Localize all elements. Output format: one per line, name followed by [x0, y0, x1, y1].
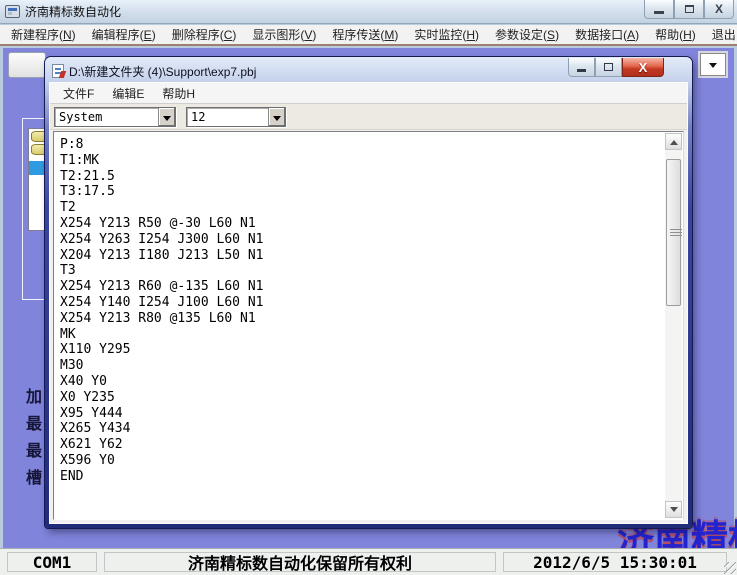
- minimize-icon: [577, 69, 586, 72]
- toolbar-button-fragment[interactable]: [8, 52, 46, 78]
- app-icon: [5, 5, 20, 18]
- arrow-down-icon: [670, 507, 678, 516]
- font-combo-dropdown-button[interactable]: [158, 108, 175, 126]
- scrollbar-thumb[interactable]: [666, 159, 681, 306]
- main-window-controls: X: [644, 0, 734, 19]
- status-bar: COM1 济南精标数自动化保留所有权利 2012/6/5 15:30:01: [0, 548, 737, 575]
- resize-grip[interactable]: [724, 562, 736, 574]
- menu-item[interactable]: 退出: [704, 24, 737, 45]
- font-combo[interactable]: System: [54, 107, 176, 127]
- menu-item[interactable]: 帮助(H): [647, 24, 704, 45]
- side-label: 最: [26, 437, 46, 461]
- arrow-up-icon: [670, 136, 678, 145]
- menu-item[interactable]: 数据接口(A): [567, 24, 647, 45]
- editor-toolbar: System 12: [50, 104, 687, 130]
- code-text[interactable]: P:8 T1:MK T2:21.5 T3:17.5 T2 X254 Y213 R…: [55, 133, 665, 518]
- main-titlebar[interactable]: 济南精标数自动化: [0, 0, 737, 24]
- main-window-title: 济南精标数自动化: [25, 3, 121, 20]
- font-size-combo[interactable]: 12: [186, 107, 286, 127]
- editor-dialog: D:\新建文件夹 (4)\Support\exp7.pbj X 文件F编辑E帮助…: [45, 57, 692, 528]
- editor-content: 文件F编辑E帮助H System 12 P:8 T1:MK T2:21.5 T3…: [49, 82, 688, 524]
- menu-item[interactable]: 显示图形(V): [244, 24, 324, 45]
- minimize-icon: [654, 11, 664, 14]
- editor-close-button[interactable]: X: [622, 58, 664, 77]
- editor-maximize-button[interactable]: [595, 58, 622, 77]
- side-label: 加: [26, 383, 46, 407]
- editor-title: D:\新建文件夹 (4)\Support\exp7.pbj: [69, 63, 256, 80]
- close-icon: X: [639, 61, 648, 74]
- menu-item[interactable]: 实时监控(H): [406, 24, 487, 45]
- scroll-down-button[interactable]: [665, 501, 682, 518]
- side-label: 槽: [26, 464, 46, 488]
- code-editor[interactable]: P:8 T1:MK T2:21.5 T3:17.5 T2 X254 Y213 R…: [53, 131, 684, 520]
- editor-menu-item[interactable]: 编辑E: [103, 83, 153, 104]
- font-combo-value: System: [55, 108, 158, 126]
- close-button[interactable]: X: [704, 0, 734, 19]
- close-icon: X: [715, 3, 723, 15]
- chevron-down-icon: [709, 63, 717, 72]
- main-window: 济南精标数自动化 X 新建程序(N)编辑程序(E)删除程序(C)显示图形(V)程…: [0, 0, 737, 575]
- menu-item[interactable]: 参数设定(S): [487, 24, 567, 45]
- font-size-combo-value: 12: [187, 108, 268, 126]
- editor-minimize-button[interactable]: [568, 58, 595, 77]
- toolbar-combo-dropdown-button[interactable]: [700, 53, 726, 76]
- minimize-button[interactable]: [644, 0, 674, 19]
- datetime-panel: 2012/6/5 15:30:01: [503, 552, 727, 572]
- document-icon: [52, 64, 64, 78]
- com-port-panel: COM1: [7, 552, 97, 572]
- menu-item[interactable]: 新建程序(N): [3, 24, 84, 45]
- chevron-down-icon: [273, 116, 281, 125]
- font-size-dropdown-button[interactable]: [268, 108, 285, 126]
- thumb-grip-icon: [670, 229, 682, 237]
- editor-menu-item[interactable]: 帮助H: [153, 83, 204, 104]
- editor-menubar: 文件F编辑E帮助H: [50, 83, 687, 104]
- copyright-panel: 济南精标数自动化保留所有权利: [104, 552, 496, 572]
- vertical-scrollbar[interactable]: [665, 133, 682, 518]
- editor-window-controls: X: [568, 58, 664, 77]
- restore-icon: [685, 5, 694, 13]
- menu-item[interactable]: 删除程序(C): [164, 24, 245, 45]
- chevron-down-icon: [163, 116, 171, 125]
- restore-button[interactable]: [674, 0, 704, 19]
- maximize-icon: [604, 63, 613, 71]
- scroll-up-button[interactable]: [665, 133, 682, 150]
- main-menubar: 新建程序(N)编辑程序(E)删除程序(C)显示图形(V)程序传送(M)实时监控(…: [0, 25, 737, 46]
- menu-item[interactable]: 编辑程序(E): [84, 24, 164, 45]
- menu-item[interactable]: 程序传送(M): [324, 24, 406, 45]
- editor-menu-item[interactable]: 文件F: [54, 83, 103, 104]
- side-label: 最: [26, 410, 46, 434]
